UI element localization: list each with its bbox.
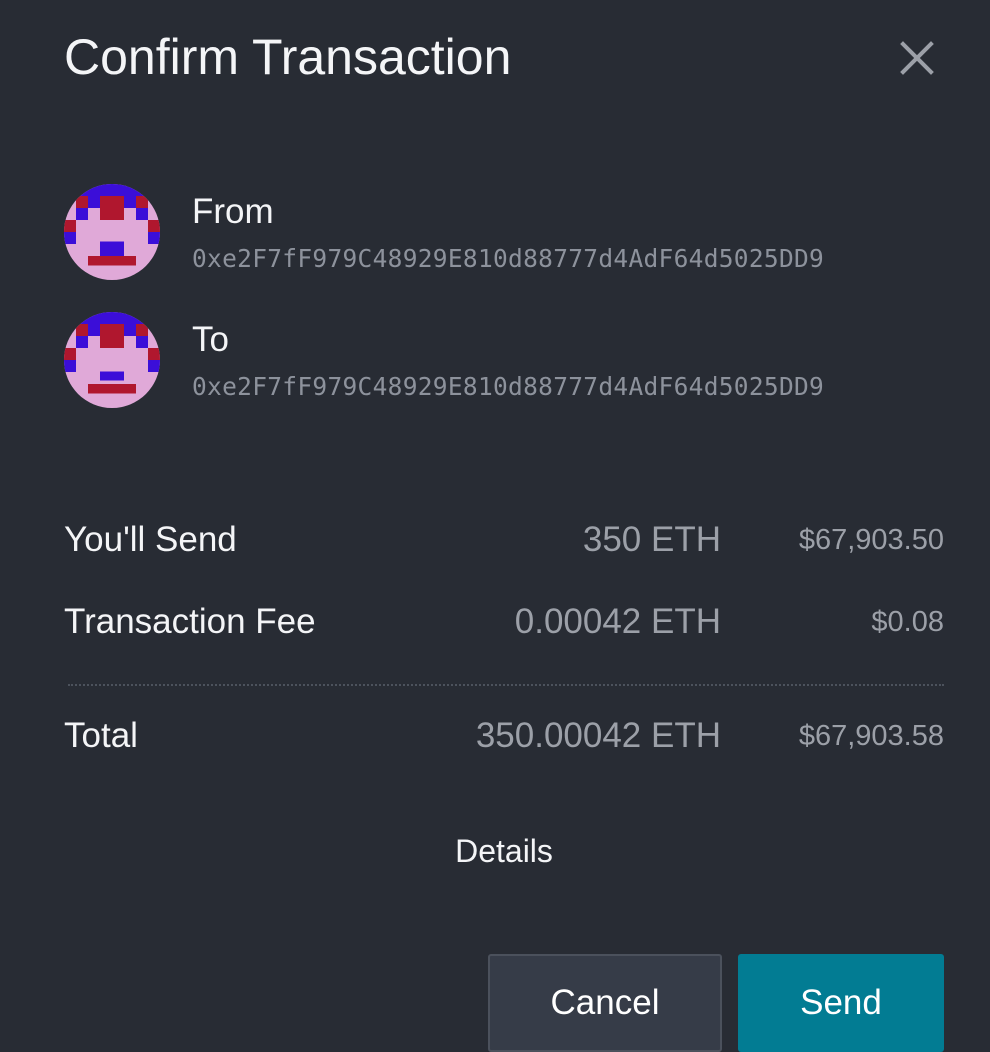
details-link[interactable]: Details: [0, 833, 990, 870]
fee-row: Transaction Fee 0.00042 ETH $0.08: [64, 602, 944, 652]
total-row: Total 350.00042 ETH $67,903.58: [64, 716, 944, 766]
send-label: You'll Send: [64, 520, 237, 559]
total-eth-amount: 350.00042 ETH: [475, 716, 721, 755]
from-address: 0xe2F7fF979C48929E810d88777d4AdF64d5025D…: [192, 244, 825, 273]
to-account: To 0xe2F7fF979C48929E810d88777d4AdF64d50…: [64, 312, 964, 408]
cancel-button[interactable]: Cancel: [488, 954, 722, 1052]
dialog-title: Confirm Transaction: [64, 29, 512, 85]
from-avatar: [64, 184, 160, 280]
summary-divider: [68, 684, 944, 686]
send-amount-row: You'll Send 350 ETH $67,903.50: [64, 520, 944, 570]
close-button[interactable]: [893, 34, 941, 82]
confirm-transaction-dialog: Confirm Transaction From 0xe2F7fF979C489…: [0, 0, 990, 1052]
to-address: 0xe2F7fF979C48929E810d88777d4AdF64d5025D…: [192, 372, 825, 401]
fee-eth-amount: 0.00042 ETH: [514, 602, 721, 641]
send-button[interactable]: Send: [738, 954, 944, 1052]
fee-label: Transaction Fee: [64, 602, 316, 641]
identicon-avatar: [64, 312, 160, 408]
to-label: To: [192, 320, 229, 359]
send-eth-amount: 350 ETH: [582, 520, 721, 559]
total-usd-amount: $67,903.58: [798, 720, 944, 752]
from-label: From: [192, 192, 274, 231]
close-icon: [900, 41, 934, 75]
from-account: From 0xe2F7fF979C48929E810d88777d4AdF64d…: [64, 184, 964, 280]
fee-usd-amount: $0.08: [871, 606, 944, 638]
identicon-avatar: [64, 184, 160, 280]
total-label: Total: [64, 716, 138, 755]
to-avatar: [64, 312, 160, 408]
send-usd-amount: $67,903.50: [798, 524, 944, 556]
